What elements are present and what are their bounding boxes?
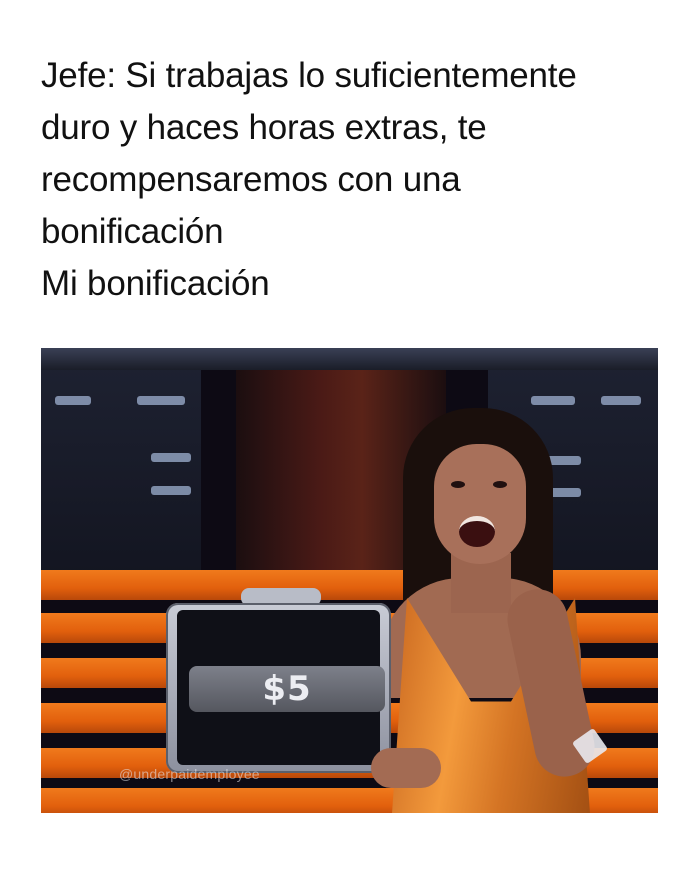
woman-eye [451, 481, 465, 488]
bonus-amount: $5 [262, 669, 312, 709]
meme-caption: Jefe: Si trabajas lo suficientemente dur… [41, 50, 681, 310]
woman-hand [371, 748, 441, 788]
stage-panel-left [41, 348, 201, 598]
woman-eye [493, 481, 507, 488]
stage-light [151, 453, 191, 462]
stage-light [137, 396, 185, 405]
stage-light [151, 486, 191, 495]
caption-line: bonificación [41, 212, 224, 251]
stage-light [601, 396, 641, 405]
watermark: @underpaidemployee [119, 766, 260, 782]
stage-top-bar [41, 348, 658, 370]
stage-light [531, 396, 575, 405]
stage-light [55, 396, 91, 405]
caption-line: recompensaremos con una [41, 160, 461, 199]
orange-stripe [41, 570, 658, 600]
caption-line: Mi bonificación [41, 264, 270, 303]
caption-line: duro y haces horas extras, te [41, 108, 487, 147]
woman-mouth [459, 516, 495, 547]
caption-line: Jefe: Si trabajas lo suficientemente [41, 56, 577, 95]
meme-photo: $5 @underpaidemployee [41, 348, 658, 813]
